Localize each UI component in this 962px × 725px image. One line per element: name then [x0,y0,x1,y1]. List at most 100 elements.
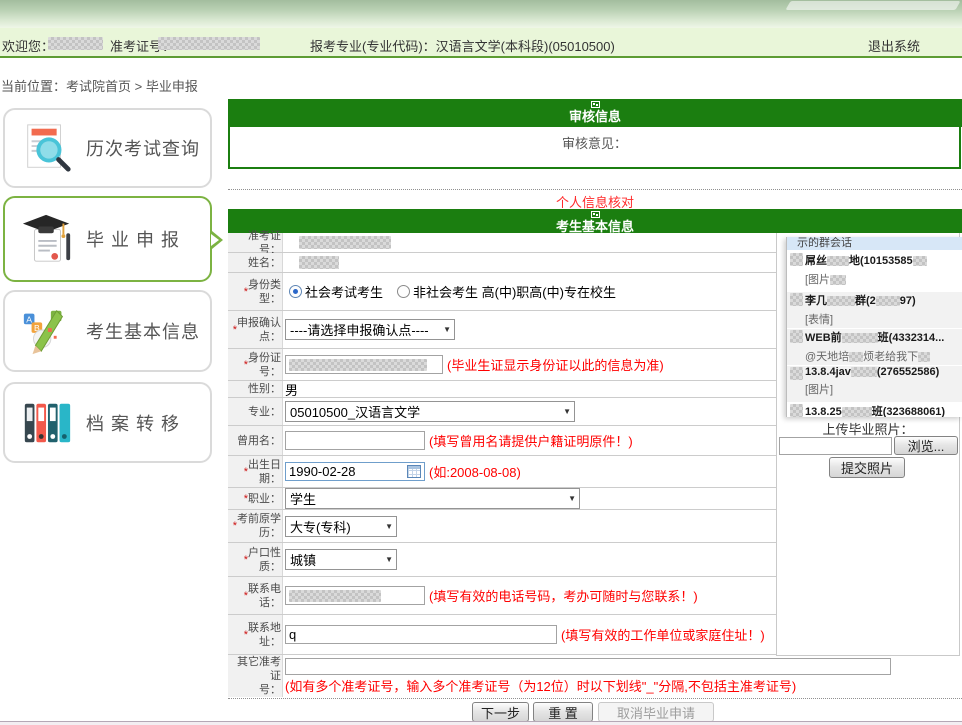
exam-no-redacted [158,37,260,50]
id-number-input[interactable] [285,355,443,374]
qq-group-last-message: [表情] [805,311,962,327]
gender-value: 男 [285,380,298,399]
sidebar-item-label: 档 案 转 移 [86,410,180,436]
form-rows: 准考证号：姓名：*身份类 型：社会考试考生非社会考生 高(中)职高(中)专在校生… [228,233,776,697]
redacted-block [827,296,855,306]
sidebar-item-archive-transfer[interactable]: 档 案 转 移 [3,382,212,463]
name-label: 姓名： [228,253,283,272]
birth-date-label: *出生日 期： [228,456,283,487]
cancel-application-button[interactable]: 取消毕业申请 [598,702,714,722]
sidebar-item-candidate-info[interactable]: A B C 考生基本信息 [3,290,212,372]
major-info: 报考专业(专业代码)：汉语言文学(本科段)(05010500) [310,36,615,55]
welcome-bar: 欢迎您： 准考证号： 报考专业(专业代码)：汉语言文学(本科段)(0501050… [0,28,962,58]
calendar-icon[interactable] [407,465,421,478]
redacted-block [849,352,863,362]
svg-text:A: A [26,314,32,324]
submit-photo-button[interactable]: 提交照片 [829,457,905,478]
qq-group-last-message: [图片] [805,381,962,397]
active-pointer-inner [211,234,219,246]
exam-no-label: 准考证号： [228,233,283,252]
dotted-divider-top [228,189,962,190]
chevron-down-icon: ▼ [385,555,393,564]
address-input[interactable]: q [285,625,557,644]
browse-button[interactable]: 浏览... [894,436,958,455]
identity-type-radio-1[interactable] [397,285,410,298]
sidebar-item-exam-history[interactable]: 历次考试查询 [3,108,212,188]
page-footer-strip [0,721,962,725]
qq-group-avatar-redacted [790,253,803,266]
identity-type-radio-label-0: 社会考试考生 [305,282,383,301]
address-note: (填写有效的工作单位或家庭住址！) [561,625,765,644]
redacted-block [851,367,877,377]
major-select[interactable]: 05010500_汉语言文学▼ [285,401,575,422]
sidebar-item-graduation-apply[interactable]: 毕 业 申 报 [3,196,212,282]
occupation-select[interactable]: 学生▼ [285,488,580,509]
qq-group-name: 13.8.4jav(276552586) [805,366,962,378]
redacted-block [918,352,930,362]
phone-label: *联系电 话： [228,577,283,614]
birth-date-input[interactable]: 1990-02-28 [285,462,425,481]
broken-image-icon [591,211,600,218]
redacted-block [842,333,878,343]
qq-group-entry[interactable]: 李几群(297) [表情] [787,292,962,328]
qq-group-entry[interactable]: WEB前班(4332314...@天地培烦老给我下 [787,329,962,365]
abc-pencil-icon: A B C [20,304,74,358]
user-name-redacted [48,37,103,50]
phone-input[interactable] [285,586,425,605]
qq-group-avatar-redacted [790,367,803,380]
former-name-input[interactable] [285,431,425,450]
former-name-label: 曾用名： [228,426,283,455]
graduation-application-page: 欢迎您： 准考证号： 报考专业(专业代码)：汉语言文学(本科段)(0501050… [0,0,962,725]
review-section-title: 审核信息 [228,109,962,124]
graduation-cap-icon [20,212,74,266]
prior-education-select[interactable]: 大专(专科)▼ [285,516,397,537]
photo-column-bottom-border [776,655,960,656]
occupation-label: *职业： [228,488,283,509]
birth-date-row: *出生日 期： 1990-02-28 (如:2008-08-08) [228,456,776,488]
phone-row: *联系电 话：(填写有效的电话号码，考办可随时与您联系！) [228,577,776,615]
other-exam-no-label: 其它准考证 号： [228,655,283,697]
qq-group-entry[interactable]: 13.8.25班(323688061) [787,403,962,417]
id-number-label: *身份证 号： [228,349,283,380]
sidebar-item-label: 毕 业 申 报 [86,226,180,252]
occupation-row: *职业：学生▼ [228,488,776,510]
qq-group-entry[interactable]: 屌丝地(10153585 [图片 [787,252,962,288]
qq-group-name: 屌丝地(10153585 [805,252,962,268]
other-exam-no-input[interactable] [285,658,891,675]
gender-row: 性别：男 [228,381,776,398]
photo-file-input[interactable] [779,437,892,455]
reset-button[interactable]: 重 置 [533,702,593,722]
confirm-point-select[interactable]: ----请选择申报确认点----▼ [285,319,455,340]
identity-type-label: *身份类 型： [228,273,283,310]
id-number-value-redacted [289,359,427,371]
birth-date-value: 1990-02-28 [289,464,356,479]
identity-type-row: *身份类 型：社会考试考生非社会考生 高(中)职高(中)专在校生 [228,273,776,311]
welcome-greeting: 欢迎您： [2,36,54,55]
id-number-note: (毕业生证显示身份证以此的信息为准) [447,355,664,374]
banner-highlight [785,1,960,10]
chevron-down-icon: ▼ [563,407,571,416]
qq-group-name: WEB前班(4332314... [805,329,962,345]
birth-date-note: (如:2008-08-08) [429,462,521,481]
qq-chat-popup[interactable]: 示的群会话 屌丝地(10153585[图片李几群(297)[表情]WEB前班(4… [786,237,962,417]
name-value-redacted [299,256,339,269]
logout-link[interactable]: 退出系统 [868,36,920,55]
binders-icon [20,396,74,450]
major-row: 专业：05010500_汉语言文学▼ [228,398,776,426]
redacted-block [876,296,900,306]
household-select[interactable]: 城镇▼ [285,549,397,570]
candidate-section-title: 考生基本信息 [228,219,962,234]
qq-group-name: 李几群(297) [805,292,962,308]
other-exam-no-row: 其它准考证 号：(如有多个准考证号，输入多个准考证号（为12位）时以下划线"_"… [228,655,959,697]
qq-group-avatar-redacted [790,330,803,343]
identity-type-radio-0[interactable] [289,285,302,298]
address-row: *联系地 址：q(填写有效的工作单位或家庭住址！) [228,615,776,655]
review-section-header: 审核信息 [228,99,962,127]
chevron-down-icon: ▼ [385,522,393,531]
qq-group-last-message: [图片 [805,271,962,287]
next-step-button[interactable]: 下一步 [472,702,529,722]
prior-education-row: *考前原学 历：大专(专科)▼ [228,510,776,543]
exam-no-row: 准考证号： [228,233,776,253]
qq-group-entry[interactable]: 13.8.4jav(276552586) [图片] [787,366,962,402]
photo-column-divider [776,233,777,655]
